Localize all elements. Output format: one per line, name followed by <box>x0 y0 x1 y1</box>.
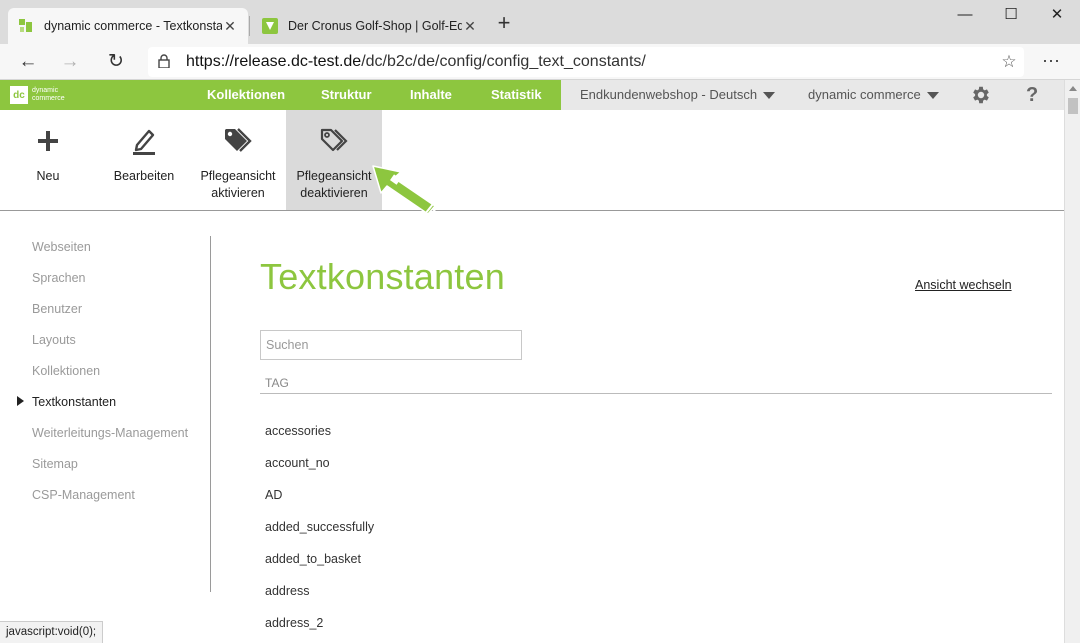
url-host: https://release.dc-test.de <box>186 53 362 70</box>
sidebar-item-csp-management[interactable]: CSP-Management <box>32 488 135 502</box>
nav-inhalte[interactable]: Inhalte <box>410 80 452 110</box>
tab-separator <box>249 16 250 36</box>
table-row[interactable]: added_to_basket <box>265 552 361 566</box>
table-row[interactable]: added_successfully <box>265 520 374 534</box>
table-row[interactable]: account_no <box>265 456 330 470</box>
app-top-nav: dc dynamic commerce Kollektionen Struktur… <box>0 80 1064 110</box>
sidebar-item-kollektionen[interactable]: Kollektionen <box>32 364 100 378</box>
green-arrow-annotation-icon <box>372 165 438 218</box>
lock-icon <box>158 53 186 71</box>
back-arrow-icon[interactable]: ← <box>14 49 42 75</box>
browser-tab-active[interactable]: dynamic commerce - Textkonstanten ✕ <box>8 8 248 44</box>
edit-button-label: Bearbeiten <box>113 169 175 183</box>
tags-outline-icon <box>286 110 382 158</box>
nav-struktur[interactable]: Struktur <box>321 80 372 110</box>
activate-label-line1: Pflegeansicht <box>200 169 276 183</box>
sidebar-item-weiterleitungs-management[interactable]: Weiterleitungs-Management <box>32 426 188 440</box>
column-header-divider <box>260 393 1052 394</box>
tags-filled-icon <box>190 110 286 158</box>
tab-close-icon[interactable]: ✕ <box>462 18 478 35</box>
refresh-icon[interactable]: ↻ <box>102 49 130 75</box>
browser-menu-icon[interactable]: ··· <box>1036 49 1066 75</box>
deactivate-label-line2: deaktivieren <box>300 186 368 200</box>
address-bar: ← → ↻ https://release.dc-test.de/dc/b2c/… <box>0 44 1080 80</box>
sidebar-item-webseiten[interactable]: Webseiten <box>32 240 91 254</box>
switch-view-link[interactable]: Ansicht wechseln <box>915 278 1012 292</box>
minimize-button[interactable]: — <box>942 4 988 26</box>
sidebar-item-benutzer[interactable]: Benutzer <box>32 302 82 316</box>
dynamic-commerce-logo[interactable]: dc dynamic commerce <box>10 86 65 104</box>
new-button-label: Neu <box>36 169 60 183</box>
table-row[interactable]: address <box>265 584 309 598</box>
maximize-button[interactable]: ☐ <box>988 4 1034 26</box>
tab-close-icon[interactable]: ✕ <box>222 18 238 35</box>
sidebar-divider <box>210 236 211 592</box>
pencil-icon <box>96 110 192 158</box>
new-tab-button[interactable]: + <box>492 12 516 36</box>
help-icon[interactable]: ? <box>1026 80 1038 110</box>
url-field[interactable]: https://release.dc-test.de/dc/b2c/de/con… <box>148 47 1024 77</box>
browser-titlebar: dynamic commerce - Textkonstanten ✕ Der … <box>0 0 1080 44</box>
nav-kollektionen[interactable]: Kollektionen <box>207 80 285 110</box>
table-row[interactable]: AD <box>265 488 282 502</box>
vertical-scrollbar[interactable] <box>1064 80 1080 643</box>
sidebar-item-textkonstanten[interactable]: Textkonstanten <box>32 395 116 409</box>
table-row[interactable]: accessories <box>265 424 331 438</box>
logo-line2: commerce <box>32 95 65 102</box>
browser-tab-inactive[interactable]: Der Cronus Golf-Shop | Golf-Equipment ✕ <box>252 8 488 44</box>
nav-statistik[interactable]: Statistik <box>491 80 542 110</box>
search-input[interactable] <box>260 330 522 360</box>
action-toolbar: Neu Bearbeiten Pflegeansicht aktivieren P… <box>0 110 1064 218</box>
plus-icon <box>0 110 96 158</box>
company-select-value: dynamic commerce <box>808 87 921 102</box>
gear-icon[interactable] <box>970 84 994 106</box>
url-path: /dc/b2c/de/config/config_text_constants/ <box>361 53 646 70</box>
dc-favicon-icon <box>18 18 34 34</box>
shop-favicon-icon <box>262 18 278 34</box>
new-button[interactable]: Neu <box>0 110 96 210</box>
activate-label-line2: aktivieren <box>211 186 265 200</box>
edit-button[interactable]: Bearbeiten <box>96 110 192 210</box>
activate-maintenance-view-button[interactable]: Pflegeansicht aktivieren <box>190 110 286 210</box>
status-bar-text: javascript:void(0); <box>0 621 104 643</box>
column-header-tag[interactable]: TAG <box>265 376 289 390</box>
shop-select-value: Endkundenwebshop - Deutsch <box>580 87 758 102</box>
sidebar-item-sprachen[interactable]: Sprachen <box>32 271 86 285</box>
active-item-arrow-icon <box>17 396 24 406</box>
page-title: Textkonstanten <box>260 256 505 297</box>
deactivate-label-line1: Pflegeansicht <box>296 169 372 183</box>
scroll-thumb[interactable] <box>1068 98 1078 114</box>
company-select[interactable]: dynamic commerce <box>808 80 939 110</box>
chevron-down-icon <box>926 92 939 100</box>
forward-arrow-icon[interactable]: → <box>56 49 84 75</box>
sidebar-item-layouts[interactable]: Layouts <box>32 333 76 347</box>
favorite-star-icon[interactable]: ☆ <box>994 52 1024 72</box>
tab-title: dynamic commerce - Textkonstanten <box>44 19 222 33</box>
tab-title: Der Cronus Golf-Shop | Golf-Equipment <box>288 19 462 33</box>
chevron-down-icon <box>763 92 776 100</box>
logo-mark-icon: dc <box>10 86 28 104</box>
close-window-button[interactable]: ✕ <box>1034 4 1080 26</box>
logo-line1: dynamic <box>32 87 59 94</box>
shop-select[interactable]: Endkundenwebshop - Deutsch <box>580 80 776 110</box>
scroll-up-icon[interactable] <box>1069 86 1077 91</box>
table-row[interactable]: address_2 <box>265 616 323 630</box>
sidebar-item-sitemap[interactable]: Sitemap <box>32 457 78 471</box>
